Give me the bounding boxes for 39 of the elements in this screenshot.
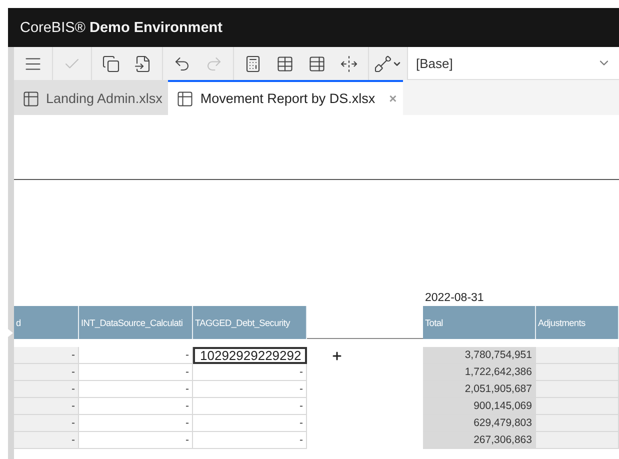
table-cell: -: [79, 415, 193, 432]
file-tab[interactable]: Landing Admin.xlsx: [14, 80, 168, 115]
table-cell: -: [14, 432, 79, 449]
column-header: TAGGED_Debt_Security: [193, 306, 307, 339]
table-cell: -: [14, 381, 79, 398]
table-cell: -: [14, 415, 79, 432]
table-cell: -: [14, 398, 79, 415]
table-cell: -: [193, 398, 307, 415]
spreadsheet-icon: [176, 90, 194, 108]
column-header: Adjustments: [536, 306, 619, 339]
table-cell: -: [79, 347, 193, 364]
column-header: d: [14, 306, 79, 339]
tab-label: Movement Report by DS.xlsx: [200, 91, 376, 106]
column-header: Total: [423, 306, 536, 339]
table-cell: 1,722,642,386: [423, 364, 536, 381]
column-header: INT_DataSource_Calculati: [79, 306, 193, 339]
table-cell: -: [79, 364, 193, 381]
date-label: 2022-08-31: [424, 292, 485, 306]
table-cell: -: [193, 381, 307, 398]
cell-input[interactable]: 10292929229292: [193, 347, 307, 364]
table-cell: -: [79, 432, 193, 449]
table-cell: 2,051,905,687: [423, 381, 536, 398]
file-tab[interactable]: Movement Report by DS.xlsx ×: [168, 80, 403, 115]
table-cell: -: [193, 432, 307, 449]
app-title: CoreBIS® Demo Environment: [20, 20, 222, 36]
table-cell: -: [79, 398, 193, 415]
tab-label: Landing Admin.xlsx: [46, 91, 162, 106]
table-cell: -: [193, 364, 307, 381]
table-cell: 900,145,069: [423, 398, 536, 415]
dropdown[interactable]: [Base]: [408, 47, 619, 80]
table-cell: -: [14, 364, 79, 381]
table-cell: -: [79, 381, 193, 398]
table-cell: 3,780,754,951: [423, 347, 536, 364]
table-cell: -: [193, 415, 307, 432]
table-cell: -: [14, 347, 79, 364]
table-cell: 629,479,803: [423, 415, 536, 432]
cursor-icon: [331, 350, 343, 362]
spreadsheet-icon: [22, 90, 40, 108]
table-cell: 267,306,863: [423, 432, 536, 449]
